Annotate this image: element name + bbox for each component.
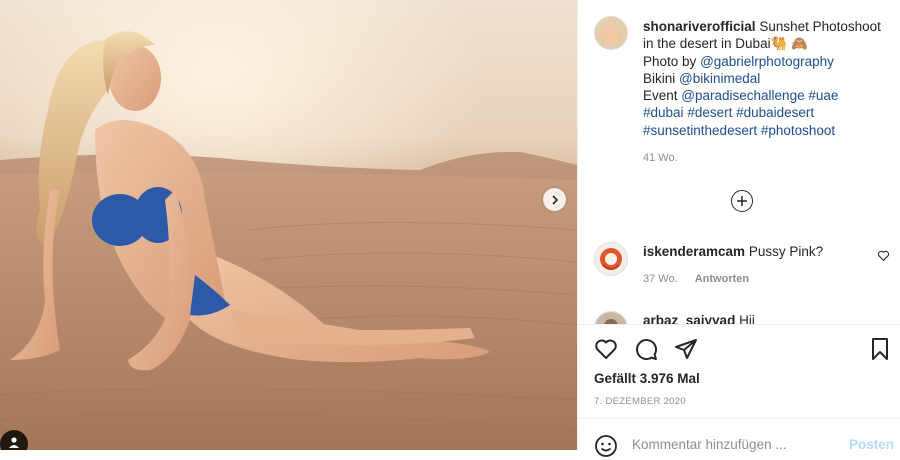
hashtag-link[interactable]: #uae bbox=[808, 88, 838, 103]
photo-by-label: Photo by bbox=[643, 53, 697, 69]
comment-body: Hii bbox=[739, 313, 755, 324]
comment-avatar-image bbox=[595, 243, 627, 275]
tagged-users-button[interactable] bbox=[0, 430, 28, 450]
comment-meta: 37 Wo. Antworten bbox=[643, 273, 763, 285]
bikini-mention-link[interactable]: @bikinimedal bbox=[679, 71, 760, 86]
smiley-icon[interactable] bbox=[594, 434, 618, 458]
divider bbox=[578, 324, 900, 325]
comment-avatar[interactable] bbox=[594, 242, 628, 276]
hashtag-link[interactable]: #dubaidesert bbox=[736, 105, 814, 120]
divider bbox=[578, 418, 900, 419]
caption-username[interactable]: shonariverofficial bbox=[643, 19, 756, 34]
comment-avatar[interactable] bbox=[594, 311, 628, 324]
hashtag-link[interactable]: #photoshoot bbox=[761, 123, 835, 138]
comments-list: iskenderamcam Pussy Pink? 37 Wo. Antwort… bbox=[578, 236, 900, 324]
comment-body: Pussy Pink? bbox=[748, 244, 824, 259]
comment-timestamp: 37 Wo. bbox=[643, 273, 678, 285]
caption-text: shonariverofficial Sunshet Photoshoot in… bbox=[643, 18, 883, 139]
photographer-mention-link[interactable]: @gabrielrphotography bbox=[700, 54, 834, 69]
post-details-panel: shonariverofficial Sunshet Photoshoot in… bbox=[577, 0, 900, 457]
comment-like-icon[interactable] bbox=[877, 249, 890, 262]
comment-username[interactable]: arbaz_saiyyad bbox=[643, 313, 735, 324]
event-label: Event bbox=[643, 88, 678, 104]
bikini-label: Bikini bbox=[643, 70, 676, 86]
comment-avatar-image bbox=[595, 312, 627, 324]
plus-circle-icon bbox=[737, 196, 747, 206]
user-tag-icon bbox=[9, 437, 19, 448]
bookmark-icon[interactable] bbox=[868, 337, 892, 361]
add-comment-bar: Posten bbox=[578, 420, 900, 460]
chevron-right-icon bbox=[551, 194, 558, 205]
reply-button[interactable]: Antworten bbox=[695, 273, 749, 285]
caption-emojis: 🐫 🙈 bbox=[770, 36, 808, 52]
avatar-image bbox=[595, 17, 627, 49]
avatar[interactable] bbox=[594, 16, 628, 50]
heart-icon[interactable] bbox=[594, 337, 618, 361]
hashtag-link[interactable]: #desert bbox=[687, 105, 732, 120]
paper-plane-icon[interactable] bbox=[674, 337, 698, 361]
action-bar bbox=[594, 337, 892, 363]
comment-text: iskenderamcam Pussy Pink? bbox=[643, 243, 823, 260]
post-date: 7. Dezember 2020 bbox=[594, 396, 686, 407]
post-photo[interactable] bbox=[0, 0, 577, 450]
likes-count[interactable]: Gefällt 3.976 Mal bbox=[594, 371, 700, 386]
hashtag-link[interactable]: #dubai bbox=[643, 105, 684, 120]
comment-text: arbaz_saiyyad Hii bbox=[643, 312, 755, 324]
event-mention-link[interactable]: @paradisechallenge bbox=[681, 88, 804, 103]
hashtag-link[interactable]: #sunsetinthedesert bbox=[643, 123, 757, 138]
next-photo-button[interactable] bbox=[543, 188, 566, 211]
comment-username[interactable]: iskenderamcam bbox=[643, 244, 745, 259]
comment-bubble-icon[interactable] bbox=[634, 337, 658, 361]
load-more-comments-button[interactable] bbox=[731, 190, 753, 212]
desert-scene-image bbox=[0, 0, 577, 450]
caption-timestamp: 41 Wo. bbox=[643, 152, 678, 164]
